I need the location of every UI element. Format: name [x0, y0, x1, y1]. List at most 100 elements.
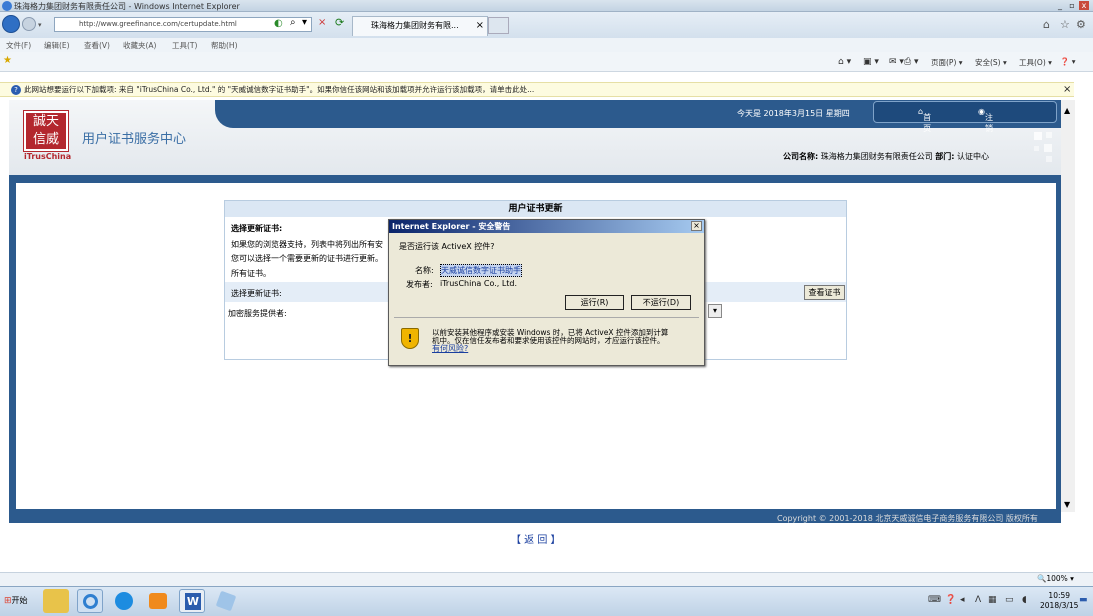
back-button[interactable]: [2, 15, 20, 33]
start-button[interactable]: ⊞开始: [2, 591, 34, 611]
page-menu[interactable]: 页面(P) ▾: [931, 57, 963, 68]
vertical-scrollbar[interactable]: ▲ ▼: [1061, 100, 1075, 512]
windows-logo-icon: ⊞: [4, 596, 12, 606]
menu-view[interactable]: 查看(V): [84, 40, 110, 51]
desc-line-2: 您可以选择一个需要更新的证书进行更新。: [231, 254, 383, 263]
menu-file[interactable]: 文件(F): [6, 40, 31, 51]
activex-infobar[interactable]: ? 此网站想要运行以下加载项: 来自 "iTrusChina Co., Ltd.…: [0, 82, 1074, 97]
tray-arrow-icon[interactable]: ᐱ: [975, 595, 981, 605]
show-desktop-icon[interactable]: ▬: [1079, 595, 1088, 605]
dialog-separator: [394, 317, 699, 318]
dialog-close-button[interactable]: ×: [691, 221, 702, 231]
settings-gear-icon[interactable]: ⚙: [1076, 18, 1086, 31]
view-certificate-button[interactable]: 查看证书: [804, 285, 845, 300]
tray-monitor-icon[interactable]: ▭: [1005, 595, 1014, 605]
itruschina-logo: 誠天 信威: [23, 110, 69, 152]
stop-button[interactable]: ×: [318, 17, 326, 28]
infobar-text: 此网站想要运行以下加载项: 来自 "iTrusChina Co., Ltd." …: [24, 85, 535, 94]
command-bar: ★ ⌂ ▾ ▣ ▾ ✉ ▾ ⎙ ▾ 页面(P) ▾ 安全(S) ▾ 工具(O) …: [0, 52, 1093, 72]
menu-help[interactable]: 帮助(H): [211, 40, 238, 51]
close-window-button[interactable]: x: [1079, 1, 1089, 10]
logout-link[interactable]: ◉ 注销: [978, 107, 993, 133]
minimize-button[interactable]: _: [1055, 1, 1065, 10]
csp-dropdown-arrow-icon[interactable]: ▾: [708, 304, 722, 318]
menu-favorites[interactable]: 收藏夹(A): [123, 40, 156, 51]
history-dropdown-icon[interactable]: ▾: [38, 21, 42, 29]
warning-shield-icon: !: [401, 328, 419, 349]
logout-link-label: 注销: [984, 113, 993, 133]
dialog-publisher-label: 发布者:: [406, 280, 433, 289]
dialog-title: Internet Explorer - 安全警告: [389, 220, 704, 233]
company-label: 公司名称:: [783, 152, 819, 161]
home-link[interactable]: ⌂ 首页: [918, 107, 931, 133]
today-date: 今天是 2018年3月15日 星期四: [737, 109, 850, 118]
tray-expand-icon[interactable]: ◂: [960, 595, 965, 605]
skype-circle-icon: [115, 592, 133, 610]
search-icon[interactable]: ⌕: [290, 17, 296, 28]
tray-volume-icon[interactable]: ◖: [1022, 595, 1027, 605]
window-title: 珠海格力集团财务有限责任公司 - Windows Internet Explor…: [14, 2, 240, 11]
panel-title: 用户证书更新: [225, 201, 846, 217]
home-icon[interactable]: ⌂: [1043, 18, 1050, 31]
copyright: Copyright © 2001-2018 北京天威诚信电子商务服务有限公司 版…: [777, 514, 1038, 523]
scroll-down-icon[interactable]: ▼: [1064, 500, 1070, 509]
clock[interactable]: 10:59 2018/3/15: [1040, 591, 1078, 611]
tray-help-icon[interactable]: ❓: [945, 595, 956, 605]
desc-line-3: 所有证书。: [231, 269, 271, 278]
ie-e-icon: [83, 594, 98, 609]
tab-active[interactable]: 珠海格力集团财务有限... ×: [352, 16, 488, 36]
maximize-button[interactable]: ▫: [1067, 1, 1077, 10]
dont-run-button[interactable]: 不运行(D): [631, 295, 691, 310]
logo-text: iTrusChina: [24, 152, 72, 161]
menu-edit[interactable]: 编辑(E): [44, 40, 70, 51]
feeds-icon[interactable]: ▣ ▾: [863, 57, 879, 67]
clock-time: 10:59: [1048, 591, 1071, 600]
site-title: 用户证书服务中心: [82, 132, 187, 147]
tray-keyboard-icon[interactable]: ⌨: [928, 595, 941, 605]
dialog-publisher-value: iTrusChina Co., Ltd.: [440, 279, 518, 288]
safety-menu[interactable]: 安全(S) ▾: [975, 57, 1007, 68]
media-player-shape-icon: [149, 593, 167, 609]
tab-close-button[interactable]: ×: [476, 17, 484, 35]
favorites-star-icon[interactable]: ☆: [1060, 18, 1070, 31]
new-tab-button[interactable]: [488, 17, 509, 34]
word-icon[interactable]: W: [179, 589, 205, 613]
paint-icon[interactable]: [213, 589, 239, 613]
home-dropdown-icon[interactable]: ⌂ ▾: [838, 57, 851, 67]
back-link[interactable]: 【 返 回 】: [511, 531, 561, 546]
menu-tools[interactable]: 工具(T): [172, 40, 197, 51]
navigation-bar: ▾ http://www.greefinance.com/certupdate.…: [0, 12, 1093, 38]
tools-menu[interactable]: 工具(O) ▾: [1019, 57, 1052, 68]
media-player-icon[interactable]: [145, 589, 171, 613]
address-dropdown-icon[interactable]: ▾: [302, 17, 307, 28]
forward-button[interactable]: [22, 17, 36, 31]
company-info: 公司名称: 珠海格力集团财务有限责任公司 部门: 认证中心: [783, 151, 989, 162]
infobar-close-button[interactable]: ×: [1063, 84, 1071, 95]
dept-name: 认证中心: [957, 152, 990, 161]
status-bar: [0, 572, 1093, 586]
window-titlebar: 珠海格力集团财务有限责任公司 - Windows Internet Explor…: [0, 0, 1093, 12]
refresh-button[interactable]: ⟳: [335, 16, 344, 29]
help-menu[interactable]: ❓ ▾: [1060, 57, 1076, 66]
risk-link[interactable]: 有何风险?: [432, 343, 468, 354]
csp-label: 加密服务提供者:: [228, 309, 287, 318]
desc-line-1: 如果您的浏览器支持，列表中将列出所有安: [231, 240, 383, 249]
run-button[interactable]: 运行(R): [565, 295, 624, 310]
dialog-name-label: 名称:: [415, 266, 434, 275]
zoom-control[interactable]: 🔍100% ▾: [1037, 574, 1074, 583]
dialog-name-value: 天威诚信数字证书助手: [440, 264, 522, 277]
dept-label: 部门:: [935, 152, 955, 161]
explorer-folder-icon[interactable]: [43, 589, 69, 613]
internet-explorer-icon[interactable]: [77, 589, 103, 613]
menu-bar: 文件(F) 编辑(E) 查看(V) 收藏夹(A) 工具(T) 帮助(H): [0, 38, 1093, 52]
print-icon[interactable]: ⎙ ▾: [904, 57, 919, 67]
scroll-up-icon[interactable]: ▲: [1064, 106, 1070, 115]
select-label: 选择更新证书:: [231, 289, 282, 298]
skype-icon[interactable]: [111, 589, 137, 613]
mail-icon[interactable]: ✉ ▾: [889, 57, 904, 67]
favorites-add-icon[interactable]: ★: [3, 55, 12, 66]
info-icon: ?: [11, 85, 21, 95]
ie-logo-icon: [2, 1, 12, 11]
compat-view-icon[interactable]: ◐: [274, 18, 283, 29]
tray-network-icon[interactable]: ▦: [988, 595, 997, 605]
